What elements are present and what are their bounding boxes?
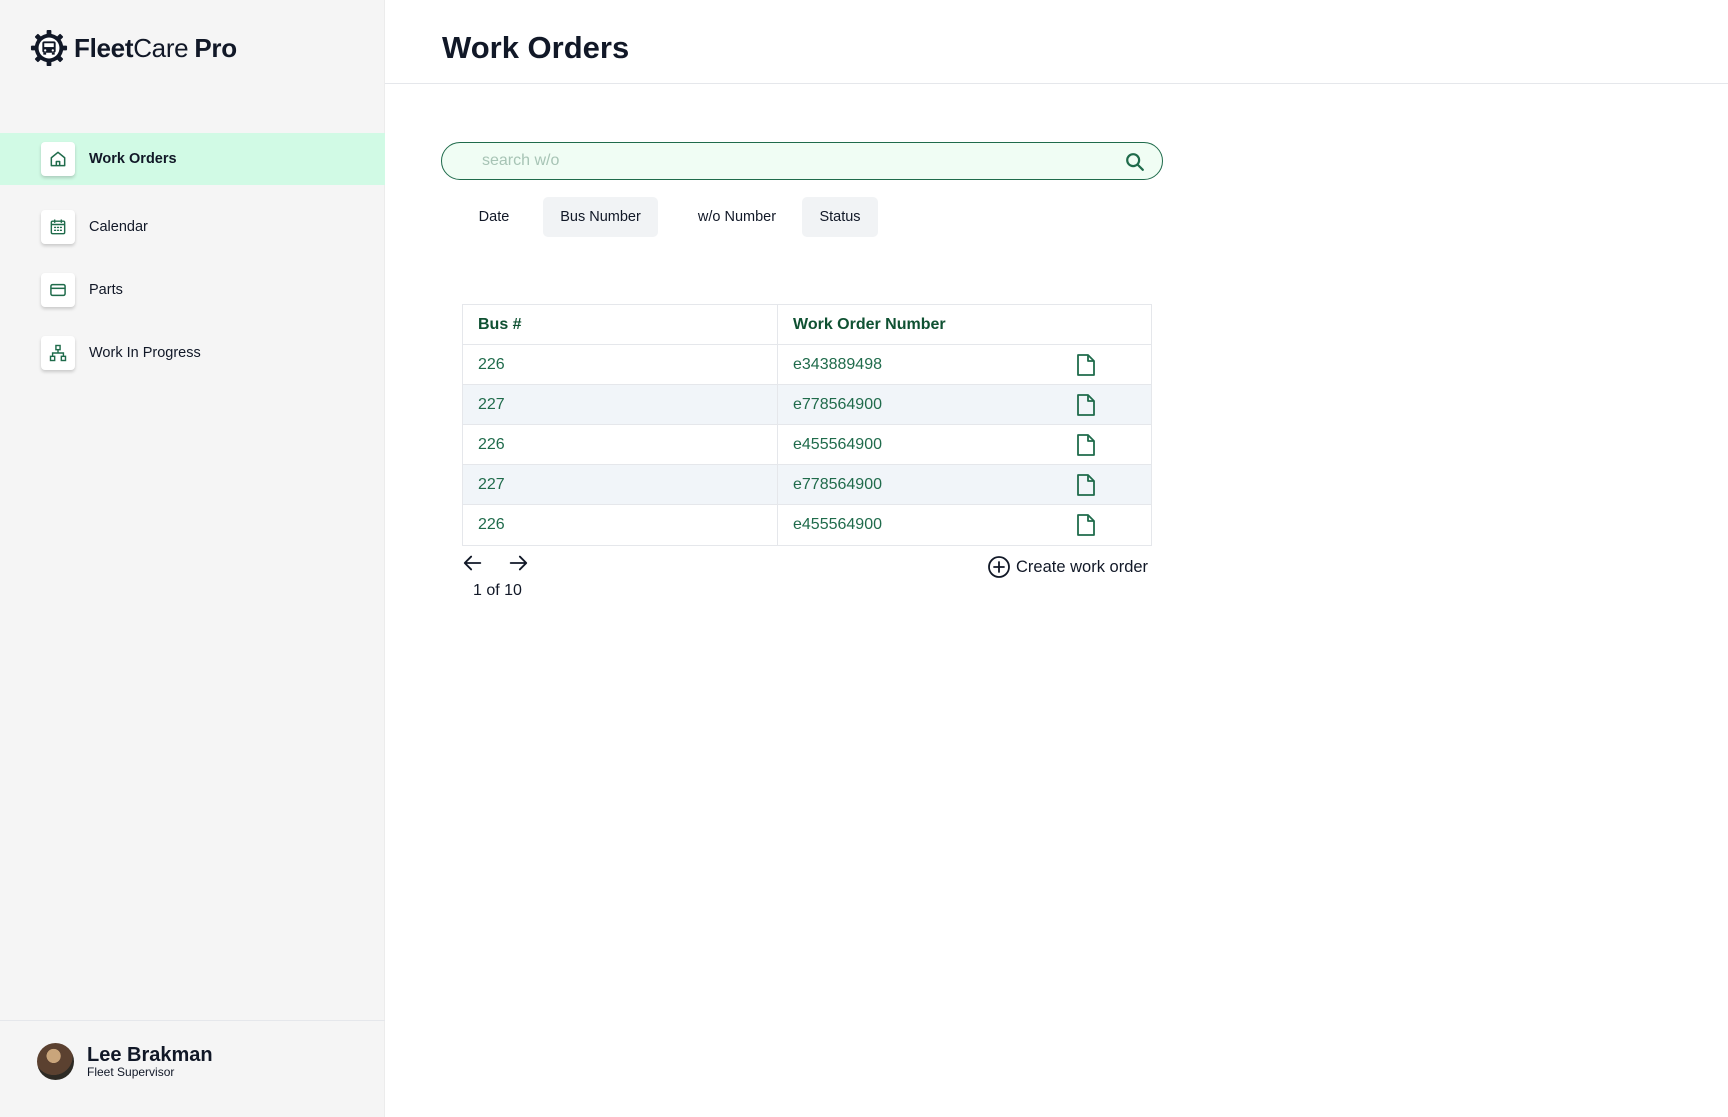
work-order-number: e455564900 bbox=[793, 516, 882, 533]
document-icon[interactable] bbox=[1075, 513, 1097, 537]
table-row[interactable]: 226 e455564900 bbox=[463, 425, 1151, 465]
divider bbox=[0, 1020, 385, 1021]
avatar bbox=[37, 1043, 74, 1080]
sidebar-item-work-in-progress[interactable]: Work In Progress bbox=[0, 327, 385, 379]
work-order-cell: e778564900 bbox=[778, 385, 1151, 424]
bus-number-cell: 227 bbox=[463, 385, 778, 424]
page-indicator: 1 of 10 bbox=[473, 582, 522, 599]
search-bar bbox=[441, 142, 1163, 180]
hierarchy-icon bbox=[41, 336, 75, 370]
search-icon[interactable] bbox=[1124, 151, 1146, 173]
page-header: Work Orders bbox=[385, 0, 1728, 84]
arrow-right-icon[interactable] bbox=[507, 552, 529, 574]
app-name-part: Care bbox=[133, 32, 189, 63]
filter-status[interactable]: Status bbox=[802, 197, 878, 237]
bus-number-cell: 227 bbox=[463, 465, 778, 504]
work-order-number: e343889498 bbox=[793, 355, 882, 373]
filter-wo-number[interactable]: w/o Number bbox=[676, 197, 798, 237]
table-row[interactable]: 226 e343889498 bbox=[463, 345, 1151, 385]
sidebar-item-parts[interactable]: Parts bbox=[0, 264, 385, 316]
work-order-cell: e343889498 bbox=[778, 345, 1151, 384]
work-order-number: e778564900 bbox=[793, 395, 882, 413]
table-row[interactable]: 227 e778564900 bbox=[463, 385, 1151, 425]
arrow-left-icon[interactable] bbox=[462, 552, 484, 574]
sidebar-item-label: Work Orders bbox=[89, 151, 177, 167]
work-order-number: e455564900 bbox=[793, 435, 882, 453]
calendar-icon bbox=[41, 210, 75, 244]
filter-bus-number[interactable]: Bus Number bbox=[543, 197, 658, 237]
home-icon bbox=[41, 142, 75, 176]
column-header-work-order[interactable]: Work Order Number bbox=[778, 305, 1151, 344]
work-order-cell: e455564900 bbox=[778, 505, 1151, 545]
sidebar-item-work-orders[interactable]: Work Orders bbox=[0, 133, 385, 185]
bus-number-cell: 226 bbox=[463, 425, 778, 464]
plus-circle-icon bbox=[988, 556, 1010, 578]
sidebar-item-label: Calendar bbox=[89, 219, 148, 235]
column-header-bus[interactable]: Bus # bbox=[463, 305, 778, 344]
work-order-number: e778564900 bbox=[793, 475, 882, 493]
app-logo[interactable]: FleetCare Pro bbox=[30, 28, 237, 68]
document-icon[interactable] bbox=[1075, 353, 1097, 377]
user-name: Lee Brakman bbox=[87, 1043, 213, 1066]
sidebar: FleetCarePro Work Orders Calendar Parts bbox=[0, 0, 385, 1117]
create-work-order-label: Create work order bbox=[1016, 557, 1149, 576]
bus-number-cell: 226 bbox=[463, 345, 778, 384]
work-order-cell: e778564900 bbox=[778, 465, 1151, 504]
document-icon[interactable] bbox=[1075, 473, 1097, 497]
sidebar-item-label: Work In Progress bbox=[89, 345, 201, 361]
gear-bus-logo-icon bbox=[30, 29, 68, 67]
work-order-cell: e455564900 bbox=[778, 425, 1151, 464]
sidebar-item-calendar[interactable]: Calendar bbox=[0, 201, 385, 253]
app-name-part: Fleet bbox=[74, 32, 134, 63]
user-profile[interactable]: Lee Brakman Fleet Supervisor bbox=[37, 1043, 213, 1080]
filter-date[interactable]: Date bbox=[462, 197, 526, 237]
page-title: Work Orders bbox=[442, 30, 630, 65]
table-header-row: Bus # Work Order Number bbox=[463, 305, 1151, 345]
document-icon[interactable] bbox=[1075, 393, 1097, 417]
table-row[interactable]: 227 e778564900 bbox=[463, 465, 1151, 505]
table-row[interactable]: 226 e455564900 bbox=[463, 505, 1151, 545]
sidebar-item-label: Parts bbox=[89, 282, 123, 298]
create-work-order-button[interactable]: Create work order bbox=[987, 555, 1148, 579]
app-name-part: Pro bbox=[194, 32, 237, 63]
bus-number-cell: 226 bbox=[463, 505, 778, 545]
card-icon bbox=[41, 273, 75, 307]
work-orders-table: Bus # Work Order Number 226 e343889498 2… bbox=[462, 304, 1152, 546]
document-icon[interactable] bbox=[1075, 433, 1097, 457]
search-input[interactable] bbox=[482, 143, 1082, 178]
app-name: FleetCare Pro bbox=[74, 33, 237, 64]
user-role: Fleet Supervisor bbox=[87, 1064, 175, 1079]
